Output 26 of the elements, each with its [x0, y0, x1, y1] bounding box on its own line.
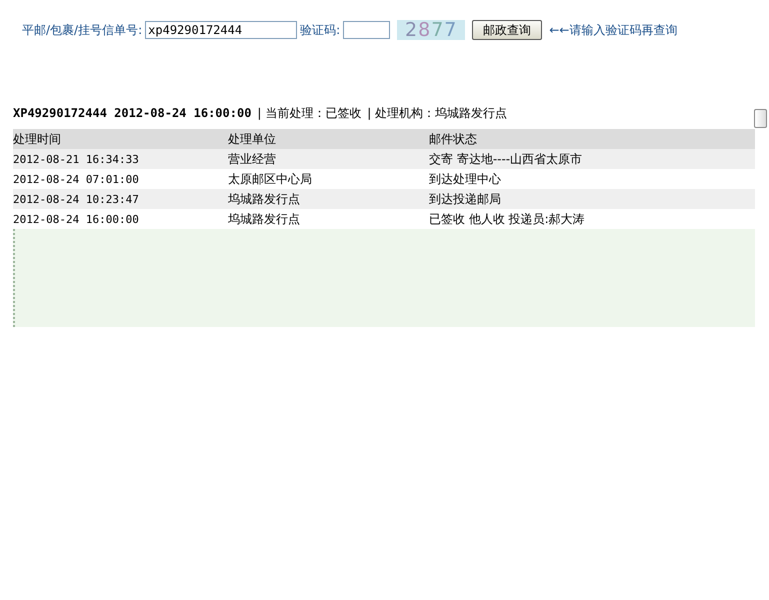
table-cell-text: 已签收 他人收 投递员:郝大涛 — [429, 210, 586, 228]
column-header: 处理单位 — [228, 130, 277, 148]
column-header: 邮件状态 — [429, 130, 478, 148]
table-cell-text: 营业经营 — [228, 150, 277, 168]
captcha-image: 2877 — [397, 20, 466, 40]
table-cell-text: 太原邮区中心局 — [228, 170, 313, 188]
table-cell-text: 交寄 寄达地----山西省太原市 — [429, 150, 584, 168]
column-header: 处理时间 — [13, 130, 62, 148]
processing-office: | 处理机构：坞城路发行点 — [367, 104, 508, 122]
captcha-label: 验证码: — [300, 22, 340, 38]
table-cell-text: 2012-08-24 10:23:47 — [13, 192, 140, 206]
tracking-number-label: 平邮/包裹/挂号信单号: — [22, 22, 142, 38]
hint-text: ←←请输入验证码再查询 — [549, 22, 678, 38]
table-cell-text: 坞城路发行点 — [228, 210, 301, 228]
table-cell-text: 2012-08-24 16:00:00 — [13, 212, 140, 226]
captcha-field[interactable] — [343, 21, 390, 39]
current-status: | 当前处理：已签收 — [257, 104, 362, 122]
table-cell-text: 坞城路发行点 — [228, 190, 301, 208]
tracking-number-field[interactable]: xp49290172444 — [145, 21, 298, 39]
search-button[interactable]: 邮政查询 — [472, 20, 542, 40]
scrollbar-thumb[interactable] — [754, 109, 767, 128]
table-cell-text: 到达投递邮局 — [429, 190, 502, 208]
tracking-summary: XP49290172444 2012-08-24 16:00:00 — [13, 106, 252, 120]
table-cell-text: 2012-08-24 07:01:00 — [13, 172, 140, 186]
table-cell-text: 到达处理中心 — [429, 170, 502, 188]
table-cell-text: 2012-08-21 16:34:33 — [13, 152, 140, 166]
